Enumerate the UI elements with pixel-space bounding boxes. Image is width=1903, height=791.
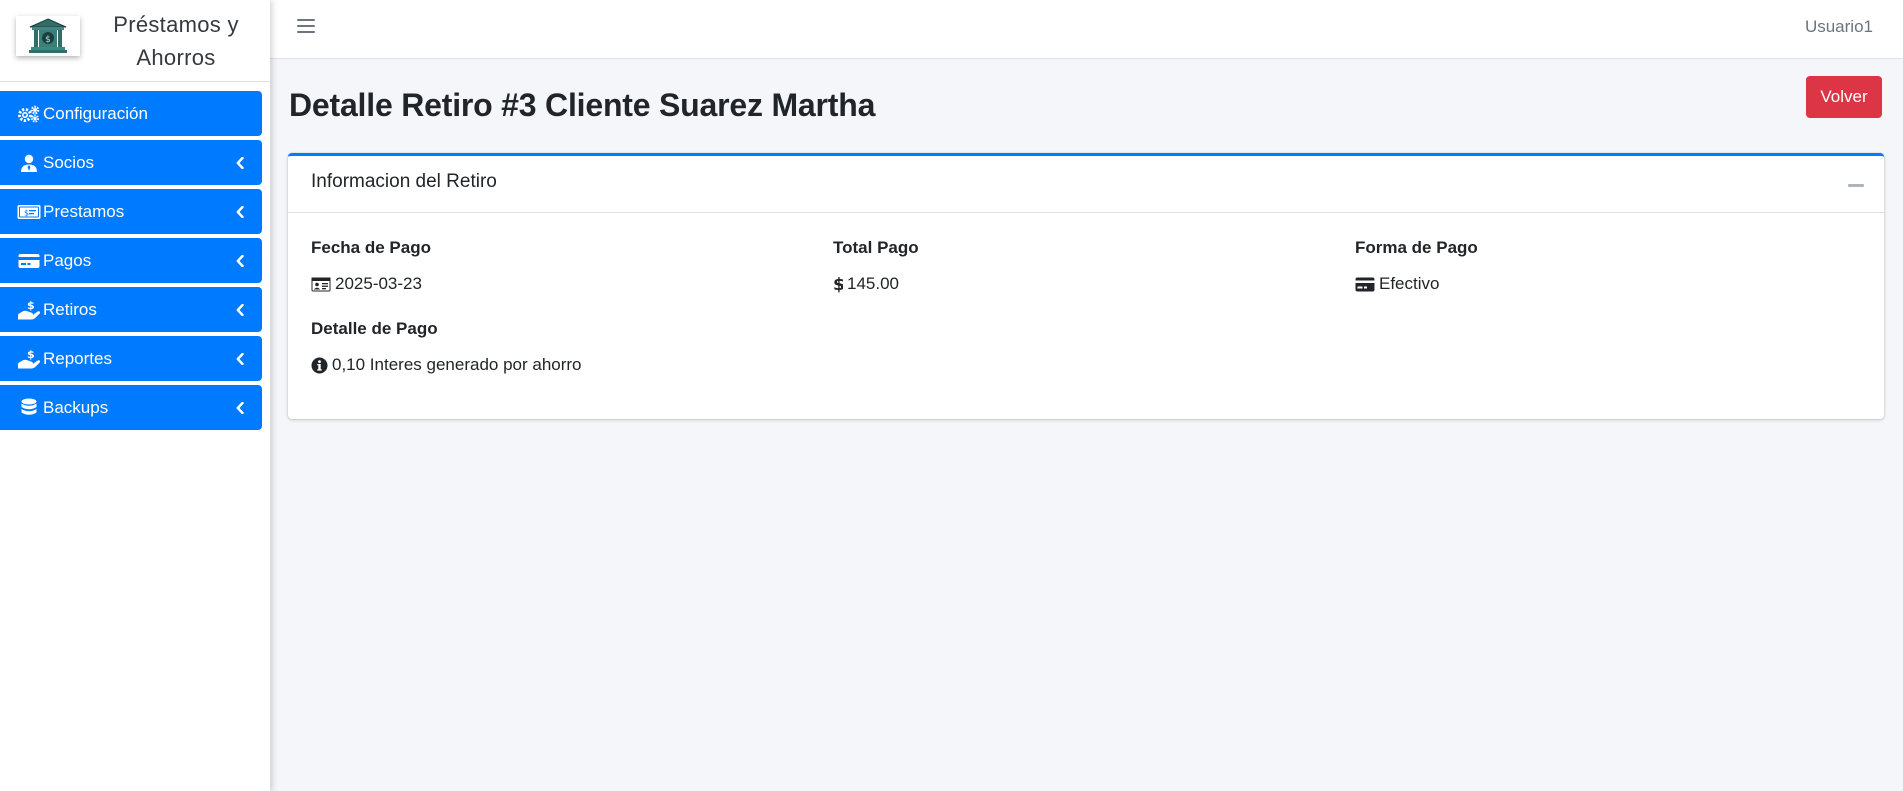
forma-pago-value: Efectivo	[1379, 274, 1440, 293]
field-label: Detalle de Pago	[311, 319, 438, 338]
svg-text:$: $	[833, 275, 843, 293]
svg-text:$: $	[24, 208, 29, 217]
credit-card-icon	[1355, 277, 1375, 292]
field-value-row: 0,10 Interes generado por ahorro	[311, 355, 582, 375]
sidebar-item-label: Backups	[43, 397, 109, 417]
sidebar: $ Préstamos y Ahorros Configuración Soci…	[0, 0, 270, 791]
sidebar-item-label: Retiros	[43, 299, 97, 319]
field-label: Total Pago	[833, 238, 919, 257]
id-card-icon	[311, 277, 331, 292]
dollar-sign-icon: $	[833, 275, 843, 293]
svg-text:$: $	[45, 35, 51, 45]
sidebar-item-label: Configuración	[43, 103, 148, 123]
sidebar-item-configuracion[interactable]: Configuración	[0, 91, 262, 136]
sidebar-item-backups[interactable]: Backups	[0, 385, 262, 430]
collapse-minus-icon[interactable]	[1848, 180, 1864, 190]
info-circle-icon	[311, 357, 328, 374]
brand-line-2: Ahorros	[136, 45, 216, 70]
sidebar-item-label: Prestamos	[43, 201, 125, 221]
field-value-row: 2025-03-23	[311, 274, 431, 294]
chevron-left-icon	[235, 352, 245, 366]
sidebar-item-label: Socios	[43, 152, 95, 172]
user-menu[interactable]: Usuario1	[1805, 17, 1873, 37]
fecha-pago-value: 2025-03-23	[335, 274, 422, 293]
field-value-row: $ 145.00	[833, 274, 919, 294]
sidebar-item-socios[interactable]: Socios	[0, 140, 262, 185]
cogs-icon	[17, 104, 41, 124]
card-title: Informacion del Retiro	[311, 171, 497, 192]
sidebar-item-label: Pagos	[43, 250, 92, 270]
hand-holding-usd-icon: $	[17, 349, 41, 369]
sidebar-item-reportes[interactable]: $ Reportes	[0, 336, 262, 381]
page-title: Detalle Retiro #3 Cliente Suarez Martha	[289, 87, 876, 123]
menu-toggle-icon[interactable]	[297, 18, 315, 34]
svg-text:$: $	[27, 349, 35, 361]
svg-text:$: $	[27, 300, 35, 312]
user-tie-icon	[17, 153, 41, 173]
detalle-pago-value: 0,10 Interes generado por ahorro	[332, 355, 582, 374]
withdrawal-info-card: Informacion del Retiro Fecha de Pago 202…	[288, 153, 1884, 419]
sidebar-item-retiros[interactable]: $ Retiros	[0, 287, 262, 332]
sidebar-nav: Configuración Socios $ Prestamos Pagos $…	[0, 82, 270, 430]
card-header: Informacion del Retiro	[288, 156, 1884, 213]
main-content: Detalle Retiro #3 Cliente Suarez Martha …	[270, 59, 1903, 791]
chevron-left-icon	[235, 205, 245, 219]
sidebar-item-label: Reportes	[43, 348, 112, 368]
money-bill-icon: $	[17, 202, 41, 222]
brand-title: Préstamos y Ahorros	[100, 8, 252, 74]
field-fecha-pago: Fecha de Pago 2025-03-23	[311, 238, 431, 294]
chevron-left-icon	[235, 401, 245, 415]
back-button[interactable]: Volver	[1806, 76, 1882, 118]
field-label: Fecha de Pago	[311, 238, 431, 257]
credit-card-icon	[17, 251, 41, 271]
total-pago-value: 145.00	[847, 274, 899, 293]
field-total-pago: Total Pago $ 145.00	[833, 238, 919, 294]
sidebar-item-pagos[interactable]: Pagos	[0, 238, 262, 283]
brand[interactable]: $ Préstamos y Ahorros	[0, 0, 270, 82]
field-forma-pago: Forma de Pago Efectivo	[1355, 238, 1478, 294]
field-label: Forma de Pago	[1355, 238, 1478, 257]
hand-holding-usd-icon: $	[17, 300, 41, 320]
chevron-left-icon	[235, 254, 245, 268]
bank-logo-icon: $	[16, 16, 80, 56]
chevron-left-icon	[235, 303, 245, 317]
brand-line-1: Préstamos y	[113, 12, 239, 37]
field-value-row: Efectivo	[1355, 274, 1478, 294]
field-detalle-pago: Detalle de Pago 0,10 Interes generado po…	[311, 319, 582, 375]
database-icon	[17, 398, 41, 418]
top-navbar: Usuario1	[270, 0, 1903, 59]
sidebar-item-prestamos[interactable]: $ Prestamos	[0, 189, 262, 234]
chevron-left-icon	[235, 156, 245, 170]
